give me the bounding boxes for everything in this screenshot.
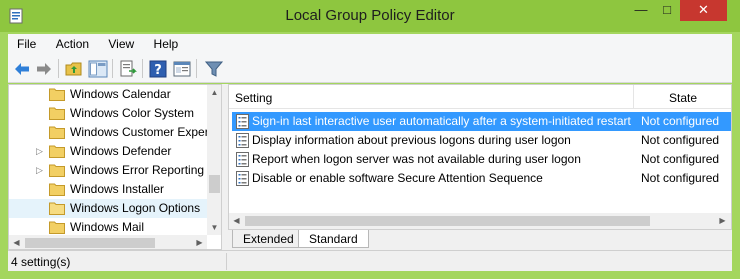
setting-name: Disable or enable software Secure Attent… bbox=[252, 171, 543, 185]
tree-item-label: Windows Error Reporting bbox=[70, 163, 205, 177]
column-divider[interactable] bbox=[633, 85, 634, 109]
policy-setting-icon bbox=[236, 171, 249, 186]
tree-item[interactable]: ▷ Windows Error Reporting bbox=[9, 161, 207, 180]
setting-state: Not configured bbox=[641, 171, 720, 185]
tab-extended[interactable]: Extended bbox=[232, 230, 305, 248]
scroll-down-icon[interactable]: ▼ bbox=[207, 220, 221, 235]
toolbar-separator bbox=[58, 59, 59, 78]
expand-chevron-icon[interactable]: ▷ bbox=[36, 146, 44, 156]
back-arrow-icon[interactable] bbox=[12, 59, 32, 79]
scroll-thumb[interactable] bbox=[25, 238, 155, 248]
tree-item[interactable]: Windows Installer bbox=[9, 180, 207, 199]
scroll-left-icon[interactable]: ◀ bbox=[9, 235, 24, 249]
up-folder-icon[interactable] bbox=[64, 59, 84, 79]
setting-row-selected[interactable]: Sign-in last interactive user automatica… bbox=[232, 112, 731, 131]
setting-state: Not configured bbox=[641, 133, 720, 147]
forward-arrow-icon[interactable] bbox=[34, 59, 54, 79]
toolbar-separator bbox=[112, 59, 113, 78]
filter-icon[interactable] bbox=[204, 59, 224, 79]
svg-text:?: ? bbox=[154, 63, 162, 78]
status-bar: 4 setting(s) bbox=[8, 250, 732, 271]
folder-icon bbox=[49, 107, 65, 120]
folder-icon bbox=[49, 126, 65, 139]
maximize-button[interactable]: □ bbox=[654, 0, 680, 21]
menu-action[interactable]: Action bbox=[47, 34, 96, 51]
tree-item-label: Windows Color System bbox=[70, 106, 195, 120]
close-button[interactable]: ✕ bbox=[680, 0, 727, 21]
folder-icon bbox=[49, 164, 65, 177]
properties-icon[interactable] bbox=[172, 59, 192, 79]
folder-icon bbox=[49, 145, 65, 158]
tree-horizontal-scrollbar[interactable]: ◀ ▶ bbox=[9, 235, 207, 249]
tree-item-selected[interactable]: Windows Logon Options bbox=[9, 199, 207, 218]
menu-help[interactable]: Help bbox=[145, 34, 186, 51]
setting-state: Not configured bbox=[641, 152, 720, 166]
setting-row[interactable]: Disable or enable software Secure Attent… bbox=[232, 169, 731, 188]
toolbar-separator bbox=[196, 59, 197, 78]
tree-item-label: Windows Installer bbox=[70, 182, 165, 196]
view-tabs: Extended Standard bbox=[228, 230, 732, 250]
tree-item[interactable]: Windows Customer Exper bbox=[9, 123, 209, 142]
tab-standard[interactable]: Standard bbox=[298, 230, 369, 248]
tree-item[interactable]: Windows Calendar bbox=[9, 85, 207, 104]
column-header-setting[interactable]: Setting bbox=[235, 91, 272, 105]
scroll-thumb[interactable] bbox=[209, 175, 220, 193]
folder-icon bbox=[49, 183, 65, 196]
help-icon[interactable]: ? bbox=[148, 59, 168, 79]
main-window: Local Group Policy Editor — □ ✕ File Act… bbox=[0, 0, 740, 279]
setting-row[interactable]: Display information about previous logon… bbox=[232, 131, 731, 150]
toolbar-separator bbox=[142, 59, 143, 78]
scroll-left-icon[interactable]: ◀ bbox=[229, 213, 244, 229]
tree-item[interactable]: ▷ Windows Defender bbox=[9, 142, 207, 161]
menu-bar: File Action View Help bbox=[8, 34, 732, 54]
folder-icon bbox=[49, 221, 65, 234]
export-list-icon[interactable] bbox=[118, 59, 138, 79]
scroll-thumb[interactable] bbox=[245, 216, 650, 226]
policy-setting-icon bbox=[236, 133, 249, 148]
show-hide-tree-icon[interactable] bbox=[88, 59, 108, 79]
title-bar[interactable]: Local Group Policy Editor — □ ✕ bbox=[0, 0, 740, 32]
setting-state: Not configured bbox=[641, 114, 720, 128]
column-header-state[interactable]: State bbox=[669, 91, 697, 105]
tree-item-label: Windows Defender bbox=[70, 144, 172, 158]
setting-name: Report when logon server was not availab… bbox=[252, 152, 581, 166]
scroll-right-icon[interactable]: ▶ bbox=[715, 213, 730, 229]
scroll-up-icon[interactable]: ▲ bbox=[207, 85, 221, 100]
menu-file[interactable]: File bbox=[8, 34, 43, 51]
setting-name: Sign-in last interactive user automatica… bbox=[252, 114, 631, 128]
status-text: 4 setting(s) bbox=[11, 255, 71, 269]
list-horizontal-scrollbar[interactable]: ◀ ▶ bbox=[229, 213, 731, 229]
setting-row[interactable]: Report when logon server was not availab… bbox=[232, 150, 731, 169]
status-divider bbox=[226, 253, 227, 270]
policy-tree: Windows Calendar Windows Color System Wi… bbox=[8, 84, 222, 250]
folder-icon bbox=[49, 88, 65, 101]
menu-view[interactable]: View bbox=[99, 34, 141, 51]
list-header: Setting State bbox=[229, 85, 731, 109]
setting-name: Display information about previous logon… bbox=[252, 133, 571, 147]
scroll-right-icon[interactable]: ▶ bbox=[192, 235, 207, 249]
main-area: Windows Calendar Windows Color System Wi… bbox=[8, 84, 732, 250]
tree-item-label: Windows Mail bbox=[70, 220, 145, 234]
toolbar: ? bbox=[8, 54, 732, 83]
tree-item-label: Windows Logon Options bbox=[70, 201, 201, 215]
minimize-button[interactable]: — bbox=[628, 0, 654, 21]
tree-item[interactable]: Windows Color System bbox=[9, 104, 207, 123]
open-folder-icon bbox=[49, 202, 65, 215]
tree-item-label: Windows Customer Exper bbox=[70, 125, 209, 139]
tree-vertical-scrollbar[interactable]: ▲ ▼ bbox=[207, 85, 221, 235]
policy-setting-icon bbox=[236, 114, 249, 129]
policy-setting-icon bbox=[236, 152, 249, 167]
tree-item-label: Windows Calendar bbox=[70, 87, 171, 101]
settings-list: Setting State Sign-in last interactive u… bbox=[228, 84, 732, 230]
expand-chevron-icon[interactable]: ▷ bbox=[36, 165, 44, 175]
